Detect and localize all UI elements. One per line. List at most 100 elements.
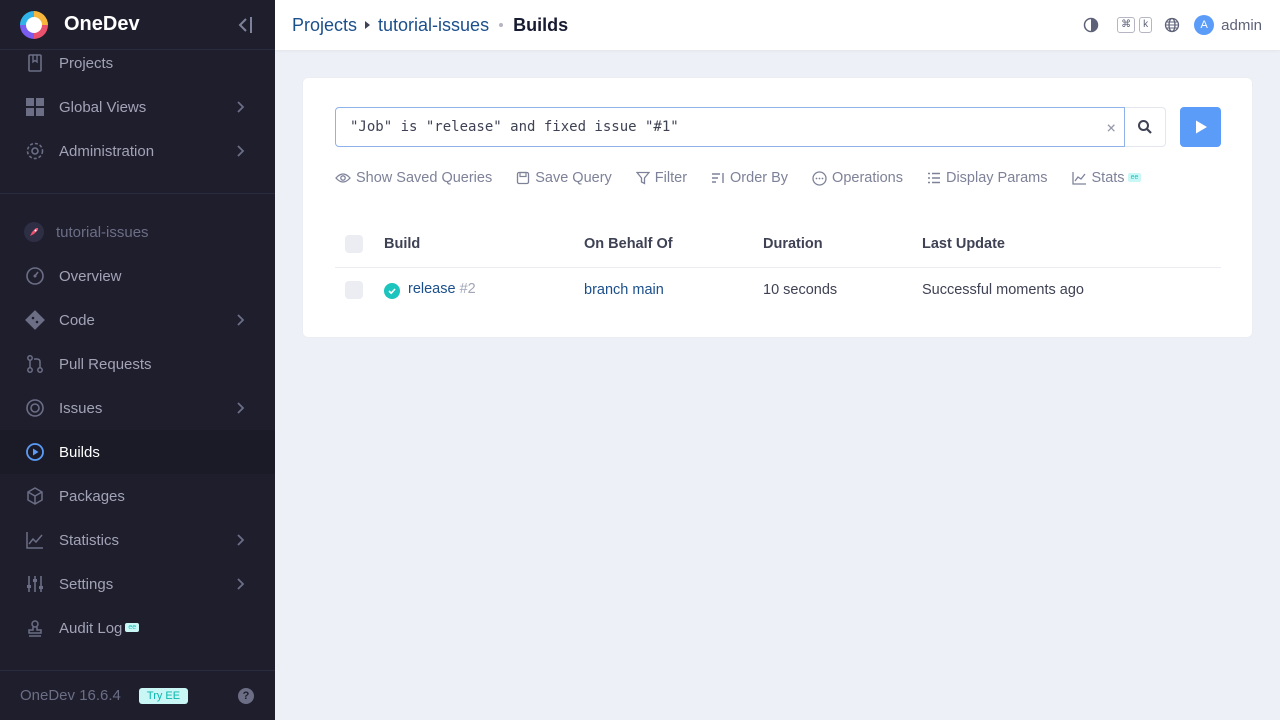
current-project[interactable]: tutorial-issues bbox=[24, 222, 149, 242]
caret-right-icon bbox=[365, 21, 371, 29]
nav-label: Pull Requests bbox=[59, 355, 152, 373]
column-header-on-behalf-of: On Behalf Of bbox=[584, 222, 763, 268]
run-job-button[interactable] bbox=[1180, 107, 1221, 147]
table-row: release #2 branch main 10 seconds Succes… bbox=[335, 267, 1221, 312]
display-params-button[interactable]: Display Params bbox=[927, 170, 1048, 186]
sliders-icon bbox=[24, 573, 46, 595]
tool-label: Filter bbox=[654, 170, 688, 186]
stats-button[interactable]: Stats ee bbox=[1071, 170, 1142, 186]
success-status-icon bbox=[384, 282, 400, 299]
select-all-checkbox[interactable] bbox=[345, 235, 363, 254]
build-number[interactable]: #2 bbox=[460, 281, 476, 297]
table-header-row: Build On Behalf Of Duration Last Update bbox=[335, 222, 1221, 268]
select-all-cell bbox=[335, 222, 384, 268]
breadcrumb-project[interactable]: tutorial-issues bbox=[378, 15, 489, 36]
git-icon bbox=[24, 309, 46, 331]
on-behalf-of-cell: branch main bbox=[584, 267, 763, 312]
globe-icon[interactable] bbox=[1164, 17, 1180, 33]
branch-link[interactable]: branch main bbox=[584, 282, 664, 298]
nav-label: Code bbox=[59, 311, 95, 329]
tool-label: Display Params bbox=[945, 170, 1048, 186]
ee-badge: ee bbox=[1127, 172, 1142, 182]
avatar[interactable]: A bbox=[1194, 15, 1215, 35]
row-checkbox[interactable] bbox=[345, 280, 363, 299]
nav-item-settings[interactable]: Settings bbox=[0, 562, 275, 606]
sort-icon bbox=[712, 173, 724, 183]
filter-button[interactable]: Filter bbox=[635, 170, 688, 186]
tool-label: Save Query bbox=[535, 170, 612, 186]
list-icon bbox=[927, 172, 940, 184]
column-header-duration: Duration bbox=[763, 222, 922, 268]
line-chart-icon bbox=[1071, 172, 1086, 185]
chart-icon bbox=[24, 529, 46, 551]
play-icon bbox=[1195, 120, 1207, 134]
version-label: OneDev 16.6.4 bbox=[20, 687, 121, 704]
query-text: "Job" is "release" and fixed issue "#1" bbox=[350, 119, 679, 135]
page-title: Builds bbox=[513, 14, 569, 35]
nav-item-builds[interactable]: Builds bbox=[0, 430, 275, 474]
duration-cell: 10 seconds bbox=[763, 281, 838, 298]
breadcrumb-projects[interactable]: Projects bbox=[292, 15, 357, 36]
query-input[interactable]: "Job" is "release" and fixed issue "#1" … bbox=[335, 107, 1125, 147]
theme-toggle-icon[interactable] bbox=[1083, 17, 1099, 33]
nav-item-packages[interactable]: Packages bbox=[0, 474, 275, 518]
order-by-button[interactable]: Order By bbox=[711, 170, 788, 186]
try-ee-button[interactable]: Try EE bbox=[138, 687, 189, 704]
builds-table: Build On Behalf Of Duration Last Update … bbox=[335, 222, 1221, 312]
chevron-right-icon bbox=[237, 578, 245, 590]
search-icon bbox=[1138, 120, 1152, 134]
target-icon bbox=[24, 397, 46, 419]
app-name: OneDev bbox=[64, 13, 140, 35]
sidebar: OneDev Projects Global Views Administrat… bbox=[0, 0, 275, 720]
nav-item-projects[interactable]: Projects bbox=[0, 41, 275, 85]
gear-icon bbox=[24, 140, 46, 162]
search-button[interactable] bbox=[1125, 107, 1166, 147]
clear-query-icon[interactable]: × bbox=[1106, 118, 1116, 137]
help-icon[interactable]: ? bbox=[238, 688, 254, 704]
sidebar-footer: OneDev 16.6.4 Try EE ? bbox=[0, 670, 275, 720]
project-name: tutorial-issues bbox=[56, 223, 149, 241]
collapse-sidebar-icon[interactable] bbox=[234, 14, 254, 36]
nav-label: Builds bbox=[59, 443, 100, 461]
nav-label: Overview bbox=[59, 267, 122, 285]
nav-item-pull-requests[interactable]: Pull Requests bbox=[0, 342, 275, 386]
bookmark-icon bbox=[24, 52, 46, 74]
ee-badge: ee bbox=[125, 622, 140, 632]
show-saved-queries-button[interactable]: Show Saved Queries bbox=[335, 170, 492, 186]
save-query-button[interactable]: Save Query bbox=[516, 170, 612, 186]
build-cell: release #2 bbox=[384, 267, 584, 312]
column-header-last-update: Last Update bbox=[922, 222, 1221, 268]
gauge-icon bbox=[24, 265, 46, 287]
username[interactable]: admin bbox=[1221, 17, 1262, 34]
column-header-build[interactable]: Build bbox=[384, 222, 584, 268]
tool-label: Stats bbox=[1091, 170, 1125, 186]
nav-label: Settings bbox=[59, 575, 114, 593]
nav-item-code[interactable]: Code bbox=[0, 298, 275, 342]
tool-label: Operations bbox=[832, 170, 903, 186]
rocket-icon bbox=[24, 222, 44, 242]
build-job-link[interactable]: release bbox=[408, 281, 456, 297]
nav-item-administration[interactable]: Administration bbox=[0, 129, 275, 173]
row-select-cell bbox=[335, 267, 384, 312]
tool-label: Order By bbox=[730, 170, 789, 186]
nav-item-issues[interactable]: Issues bbox=[0, 386, 275, 430]
nav-label: Audit Log bbox=[59, 619, 123, 637]
more-icon bbox=[812, 170, 827, 186]
nav-item-statistics[interactable]: Statistics bbox=[0, 518, 275, 562]
grid-icon bbox=[24, 96, 46, 118]
breadcrumb-separator bbox=[499, 23, 504, 27]
nav-item-overview[interactable]: Overview bbox=[0, 254, 275, 298]
package-icon bbox=[24, 485, 46, 507]
filter-icon bbox=[635, 171, 650, 185]
pull-request-icon bbox=[24, 353, 46, 375]
chevron-right-icon bbox=[237, 145, 245, 157]
eye-icon bbox=[335, 173, 351, 183]
topbar-actions: ⌘ k A admin bbox=[1083, 0, 1262, 50]
nav-label: Statistics bbox=[59, 531, 120, 549]
nav-item-audit-log[interactable]: Audit Log ee bbox=[0, 606, 275, 650]
kbd-cmd: ⌘ bbox=[1117, 17, 1136, 33]
nav-label: Packages bbox=[59, 487, 125, 505]
command-palette-shortcut[interactable]: ⌘ k bbox=[1113, 17, 1153, 33]
operations-button[interactable]: Operations bbox=[812, 170, 903, 186]
nav-item-global-views[interactable]: Global Views bbox=[0, 85, 275, 129]
